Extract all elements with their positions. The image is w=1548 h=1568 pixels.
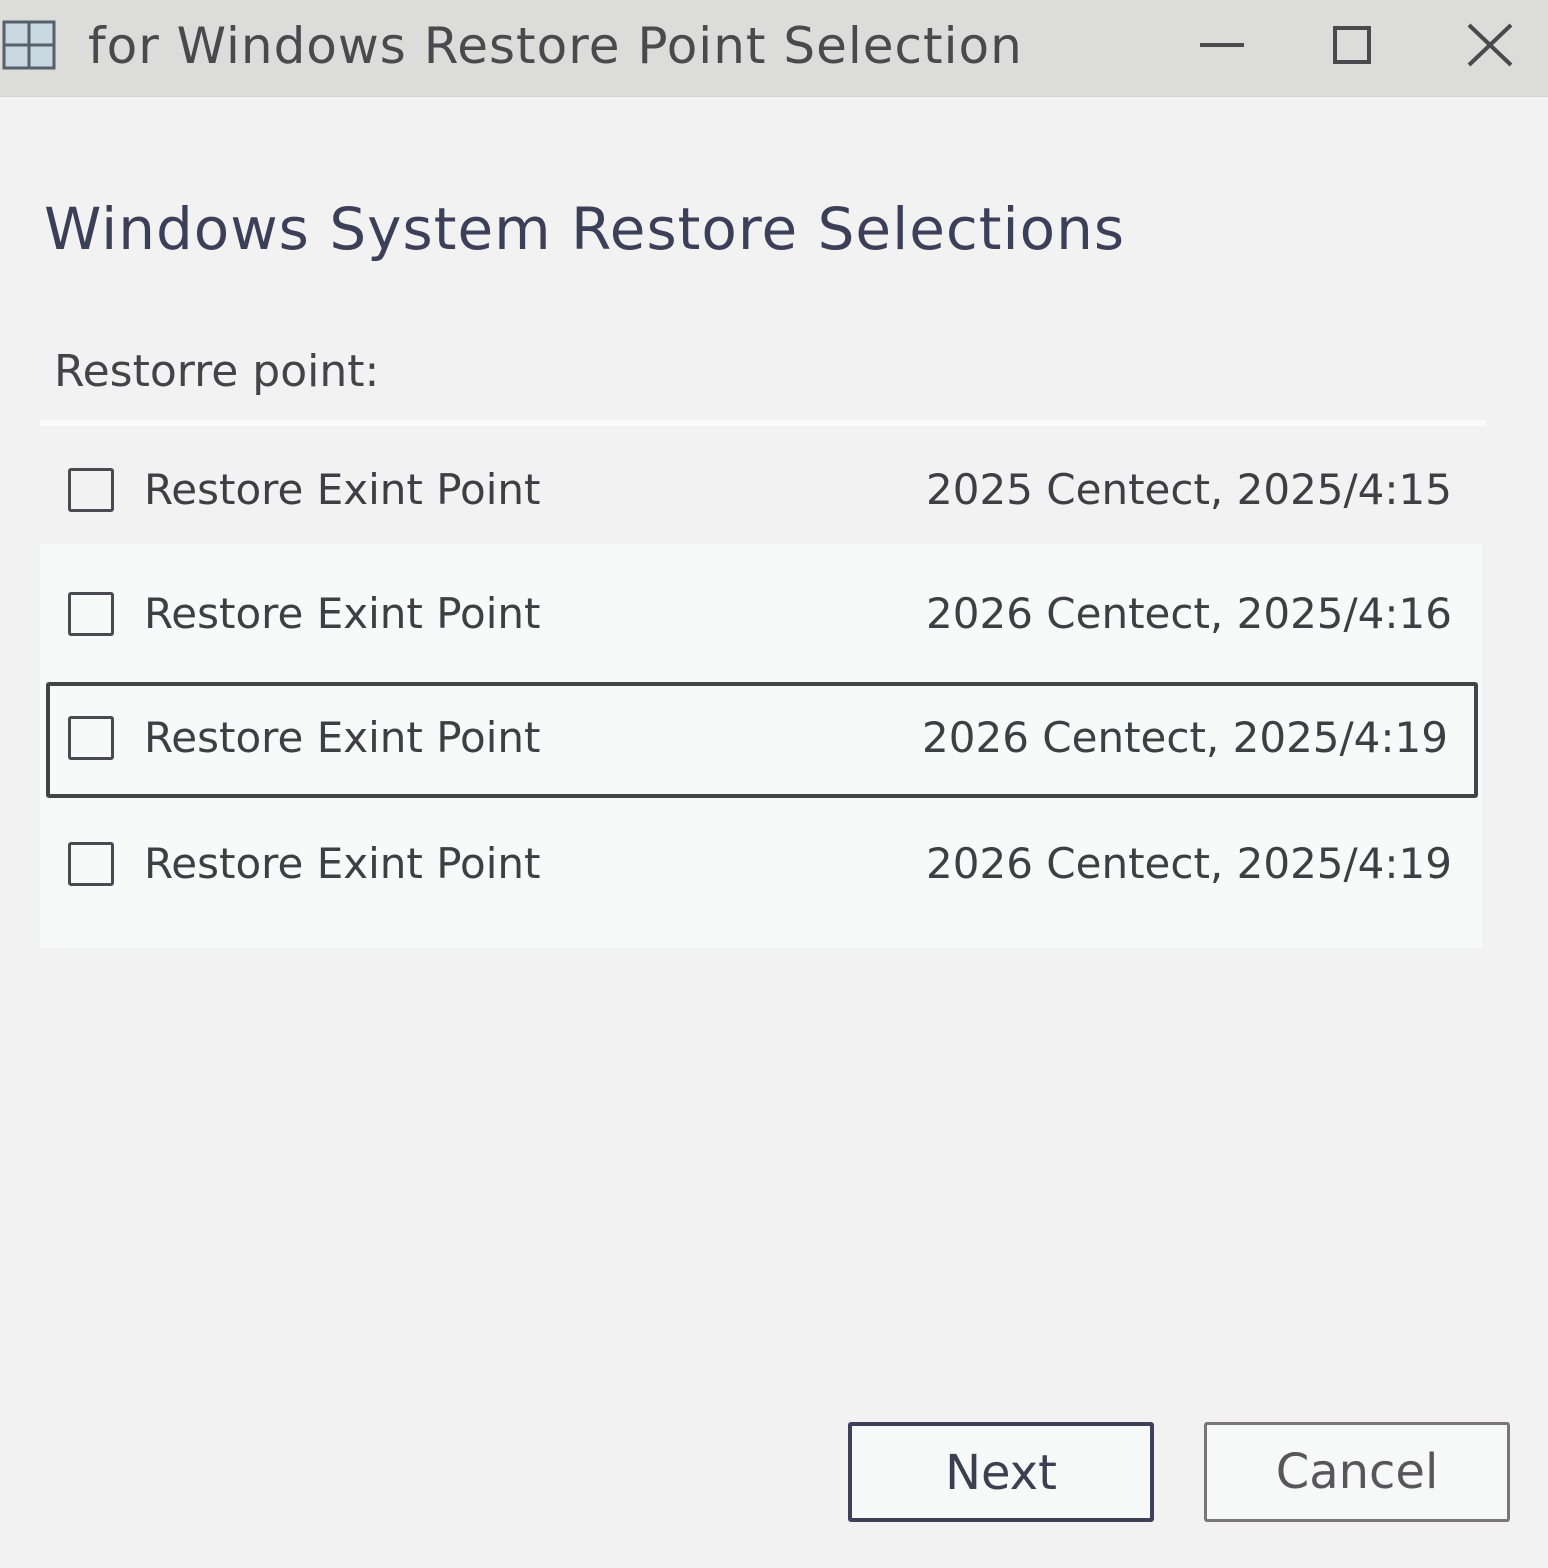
minimize-button[interactable] — [1182, 10, 1262, 80]
title-bar: for Windows Restore Point Selection — [0, 0, 1548, 97]
restore-point-label: Restorre point: — [54, 346, 380, 397]
restore-point-row[interactable]: Restore Exint Point 2026 Centect, 2025/4… — [40, 556, 1482, 672]
maximize-button[interactable] — [1312, 10, 1392, 80]
close-icon — [1465, 22, 1515, 68]
restore-point-checkbox[interactable] — [68, 842, 114, 886]
restore-point-checkbox[interactable] — [68, 468, 114, 512]
divider — [40, 420, 1486, 426]
page-title: Windows System Restore Selections — [44, 195, 1126, 263]
restore-point-checkbox[interactable] — [68, 592, 114, 636]
restore-point-checkbox[interactable] — [68, 716, 114, 760]
restore-point-list: Restore Exint Point 2025 Centect, 2025/4… — [40, 432, 1482, 948]
restore-point-date: 2026 Centect, 2025/4:19 — [922, 713, 1448, 762]
windows-grid-icon — [2, 20, 56, 70]
next-button[interactable]: Next — [848, 1422, 1154, 1522]
restore-point-name: Restore Exint Point — [144, 465, 541, 514]
restore-point-row[interactable]: Restore Exint Point 2026 Centect, 2025/4… — [40, 806, 1482, 922]
restore-point-name: Restore Exint Point — [144, 713, 541, 762]
minimize-icon — [1198, 40, 1246, 50]
close-button[interactable] — [1450, 10, 1530, 80]
restore-point-name: Restore Exint Point — [144, 589, 541, 638]
window-title: for Windows Restore Point Selection — [88, 17, 1023, 75]
restore-point-date: 2026 Centect, 2025/4:19 — [926, 839, 1452, 888]
restore-point-date: 2025 Centect, 2025/4:15 — [926, 465, 1452, 514]
restore-point-date: 2026 Centect, 2025/4:16 — [926, 589, 1452, 638]
maximize-icon — [1332, 25, 1372, 65]
restore-point-row[interactable]: Restore Exint Point 2025 Centect, 2025/4… — [40, 432, 1482, 548]
restore-point-row-selected[interactable]: Restore Exint Point 2026 Centect, 2025/4… — [46, 682, 1478, 798]
restore-point-window: for Windows Restore Point Selection Wind… — [0, 0, 1548, 1568]
restore-point-name: Restore Exint Point — [144, 839, 541, 888]
cancel-button[interactable]: Cancel — [1204, 1422, 1510, 1522]
